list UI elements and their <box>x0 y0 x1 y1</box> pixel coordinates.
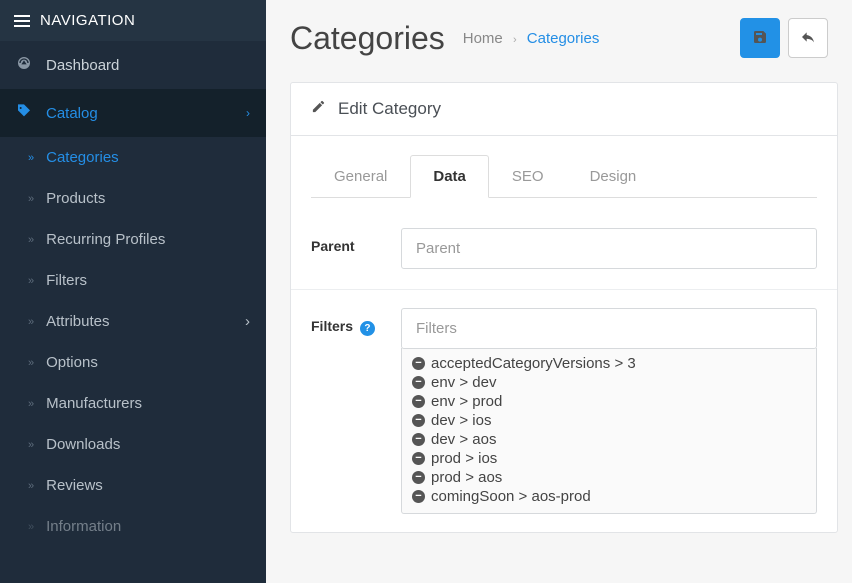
chevron-right-icon: › <box>246 106 250 120</box>
header-actions <box>740 18 828 58</box>
sidebar-subitem-label: Filters <box>46 272 87 289</box>
save-icon <box>752 29 768 48</box>
double-chevron-icon: » <box>28 398 34 410</box>
breadcrumb-separator: › <box>513 34 517 46</box>
hamburger-icon[interactable] <box>14 15 30 27</box>
dashboard-icon <box>16 55 32 75</box>
filter-tag[interactable]: −env > dev <box>410 373 812 392</box>
parent-row: Parent <box>311 228 817 269</box>
nav-list: Dashboard Catalog › <box>0 41 266 137</box>
sidebar-item-label: Dashboard <box>46 57 119 74</box>
sidebar-subitem-label: Categories <box>46 149 119 166</box>
panel-header: Edit Category <box>291 83 837 136</box>
filter-tag[interactable]: −acceptedCategoryVersions > 3 <box>410 354 812 373</box>
help-icon[interactable]: ? <box>360 321 375 336</box>
sidebar: NAVIGATION Dashboard Catalog › » Categor… <box>0 0 266 583</box>
tab-seo[interactable]: SEO <box>489 155 567 198</box>
tab-general[interactable]: General <box>311 155 410 198</box>
sidebar-subitem-attributes[interactable]: » Attributes › <box>0 301 266 342</box>
sidebar-subitem-manufacturers[interactable]: » Manufacturers <box>0 383 266 424</box>
sidebar-item-label: Catalog <box>46 105 98 122</box>
minus-circle-icon: − <box>412 471 425 484</box>
sidebar-subitem-recurring-profiles[interactable]: » Recurring Profiles <box>0 219 266 260</box>
filter-tag[interactable]: −prod > aos <box>410 468 812 487</box>
filters-label: Filters ? <box>311 308 401 336</box>
breadcrumb-home[interactable]: Home <box>463 30 503 47</box>
double-chevron-icon: » <box>28 193 34 205</box>
minus-circle-icon: − <box>412 433 425 446</box>
filters-well[interactable]: −acceptedCategoryVersions > 3 −env > dev… <box>401 348 817 514</box>
sidebar-subitem-label: Information <box>46 518 121 535</box>
tab-data[interactable]: Data <box>410 155 489 198</box>
catalog-sublist: » Categories » Products » Recurring Prof… <box>0 137 266 547</box>
sidebar-subitem-information[interactable]: » Information <box>0 506 266 547</box>
double-chevron-icon: » <box>28 234 34 246</box>
sidebar-subitem-categories[interactable]: » Categories <box>0 137 266 178</box>
filter-tag[interactable]: −env > prod <box>410 392 812 411</box>
breadcrumb: Home › Categories <box>463 30 600 47</box>
double-chevron-icon: » <box>28 521 34 533</box>
double-chevron-icon: » <box>28 439 34 451</box>
minus-circle-icon: − <box>412 395 425 408</box>
sidebar-subitem-label: Reviews <box>46 477 103 494</box>
minus-circle-icon: − <box>412 357 425 370</box>
tag-icon <box>16 103 32 123</box>
sidebar-subitem-options[interactable]: » Options <box>0 342 266 383</box>
parent-label: Parent <box>311 228 401 254</box>
sidebar-subitem-reviews[interactable]: » Reviews <box>0 465 266 506</box>
tab-design[interactable]: Design <box>567 155 660 198</box>
breadcrumb-current[interactable]: Categories <box>527 30 600 47</box>
sidebar-subitem-label: Options <box>46 354 98 371</box>
minus-circle-icon: − <box>412 376 425 389</box>
filter-tag[interactable]: −dev > ios <box>410 411 812 430</box>
double-chevron-icon: » <box>28 357 34 369</box>
double-chevron-icon: » <box>28 275 34 287</box>
double-chevron-icon: » <box>28 480 34 492</box>
sidebar-subitem-label: Recurring Profiles <box>46 231 165 248</box>
sidebar-item-dashboard[interactable]: Dashboard <box>0 41 266 89</box>
filter-tag[interactable]: −dev > aos <box>410 430 812 449</box>
double-chevron-icon: » <box>28 316 34 328</box>
filter-tag[interactable]: −prod > ios <box>410 449 812 468</box>
main-content: Categories Home › Categories <box>266 0 852 583</box>
sidebar-subitem-label: Products <box>46 190 105 207</box>
sidebar-subitem-filters[interactable]: » Filters <box>0 260 266 301</box>
sidebar-subitem-label: Attributes <box>46 313 109 330</box>
filter-tag[interactable]: −comingSoon > aos-prod <box>410 487 812 506</box>
sidebar-subitem-label: Downloads <box>46 436 120 453</box>
pencil-icon <box>311 99 326 119</box>
row-separator <box>291 289 837 290</box>
page-header: Categories Home › Categories <box>266 0 852 76</box>
nav-header-label: NAVIGATION <box>40 12 135 29</box>
page-title: Categories <box>290 20 445 57</box>
minus-circle-icon: − <box>412 452 425 465</box>
sidebar-subitem-products[interactable]: » Products <box>0 178 266 219</box>
tabs: General Data SEO Design <box>311 154 817 198</box>
filters-input[interactable] <box>401 308 817 349</box>
double-chevron-icon: » <box>28 152 34 164</box>
reply-icon <box>800 29 816 48</box>
minus-circle-icon: − <box>412 414 425 427</box>
parent-input[interactable] <box>401 228 817 269</box>
panel-title: Edit Category <box>338 99 441 119</box>
nav-header: NAVIGATION <box>0 0 266 41</box>
filters-row: Filters ? −acceptedCategoryVersions > 3 … <box>311 308 817 514</box>
sidebar-subitem-downloads[interactable]: » Downloads <box>0 424 266 465</box>
back-button[interactable] <box>788 18 828 58</box>
sidebar-item-catalog[interactable]: Catalog › <box>0 89 266 137</box>
edit-category-panel: Edit Category General Data SEO Design Pa… <box>290 82 838 533</box>
chevron-right-icon: › <box>245 313 250 330</box>
save-button[interactable] <box>740 18 780 58</box>
panel-body: General Data SEO Design Parent Filters ? <box>291 136 837 532</box>
sidebar-subitem-label: Manufacturers <box>46 395 142 412</box>
minus-circle-icon: − <box>412 490 425 503</box>
